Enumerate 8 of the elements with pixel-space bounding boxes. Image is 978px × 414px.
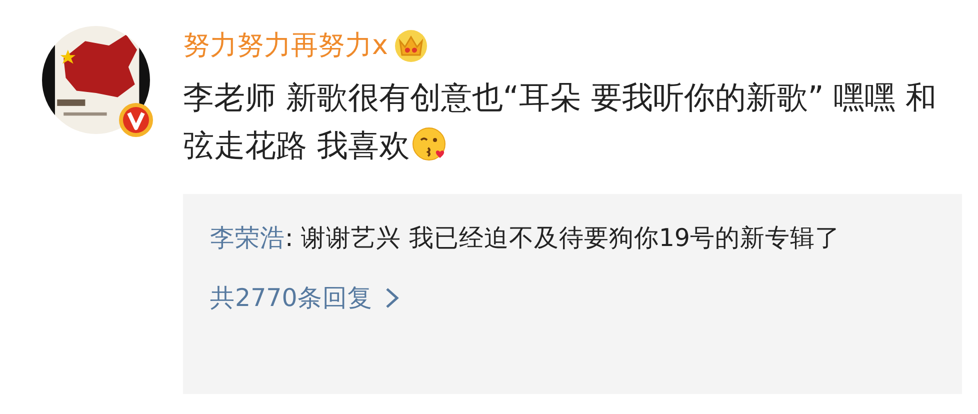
reply-author-link[interactable]: 李荣浩 (210, 223, 285, 252)
crown-icon (394, 29, 428, 63)
kiss-emoji-icon (412, 126, 448, 162)
username[interactable]: 努力努力再努力x (183, 26, 388, 66)
chevron-right-icon (384, 287, 400, 309)
reply-text: 李荣浩: 谢谢艺兴 我已经迫不及待要狗你19号的新专辑了 (210, 222, 842, 254)
reply-count-link[interactable]: 共2770条回复 (210, 278, 400, 318)
comment-text: 李老师 新歌很有创意也“耳朵 要我听你的新歌” 嘿嘿 和弦走花路 我喜欢 (183, 79, 938, 166)
